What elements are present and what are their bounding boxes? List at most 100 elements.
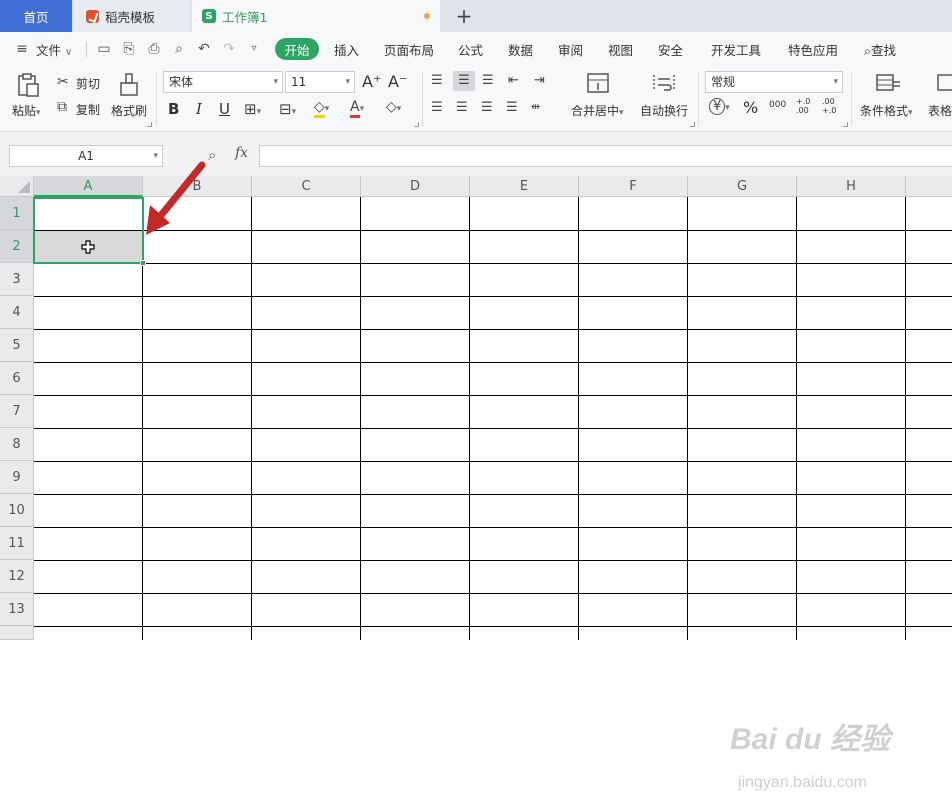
alignment-dialog-launcher[interactable] bbox=[690, 122, 695, 127]
number-format-select[interactable]: 常规 bbox=[705, 71, 843, 93]
save-icon[interactable]: ▭ bbox=[96, 41, 112, 57]
new-tab-button[interactable]: + bbox=[452, 4, 476, 28]
column-header-h[interactable]: H bbox=[797, 176, 906, 197]
align-left-icon[interactable]: ☰ bbox=[431, 100, 443, 115]
font-color-icon[interactable]: A▾ bbox=[350, 99, 364, 118]
menu-start[interactable]: 开始 bbox=[275, 38, 319, 60]
row-header-11[interactable]: 11 bbox=[0, 527, 34, 560]
export-icon[interactable]: ⎘ bbox=[121, 41, 137, 57]
fx-button[interactable]: fx bbox=[235, 145, 248, 161]
row-header-12[interactable]: 12 bbox=[0, 560, 34, 593]
file-menu[interactable]: 文件 ∨ bbox=[36, 40, 72, 59]
undo-icon[interactable]: ↶ bbox=[196, 41, 212, 57]
tab-home[interactable]: 首页 bbox=[0, 0, 72, 32]
border-icon[interactable]: ⊞▾ bbox=[244, 100, 261, 118]
column-header-c[interactable]: C bbox=[252, 176, 361, 197]
format-painter-button[interactable]: 格式刷 bbox=[111, 102, 147, 119]
menu-security[interactable]: 安全 bbox=[658, 40, 683, 59]
merge-icon[interactable] bbox=[586, 72, 610, 94]
row-header-7[interactable]: 7 bbox=[0, 395, 34, 428]
column-header-next[interactable] bbox=[906, 176, 952, 197]
fill-color-icon[interactable]: ◇▾ bbox=[314, 99, 329, 118]
percent-button[interactable]: % bbox=[743, 98, 758, 117]
column-header-d[interactable]: D bbox=[361, 176, 470, 197]
wrap-icon[interactable] bbox=[651, 72, 677, 94]
column-header-a[interactable]: A bbox=[34, 176, 143, 197]
menu-insert[interactable]: 插入 bbox=[334, 40, 359, 59]
grid-line bbox=[34, 329, 952, 330]
bold-button[interactable]: B bbox=[168, 100, 179, 118]
font-name-select[interactable]: 宋体 bbox=[163, 71, 283, 93]
row-header-3[interactable]: 3 bbox=[0, 263, 34, 296]
cut-button[interactable]: 剪切 bbox=[76, 75, 100, 92]
decrease-indent-icon[interactable]: ⇤ bbox=[508, 73, 519, 88]
align-bottom-icon[interactable]: ☰ bbox=[482, 73, 494, 88]
align-center-icon[interactable]: ☰ bbox=[456, 100, 468, 115]
wrap-text-button[interactable]: 自动换行 bbox=[640, 102, 688, 119]
paste-icon[interactable] bbox=[14, 72, 42, 98]
conditional-format-icon[interactable] bbox=[875, 72, 901, 94]
merge-center-button[interactable]: 合并居中▾ bbox=[571, 102, 624, 119]
menu-data[interactable]: 数据 bbox=[508, 40, 533, 59]
grow-font-button[interactable]: A⁺ bbox=[362, 72, 381, 91]
currency-icon[interactable]: ¥ ▾ bbox=[709, 98, 730, 115]
menu-special[interactable]: 特色应用 bbox=[788, 40, 838, 59]
number-dialog-launcher[interactable] bbox=[843, 122, 848, 127]
print-icon[interactable]: ⎙ bbox=[146, 41, 162, 57]
align-middle-icon[interactable]: ☰ bbox=[453, 71, 475, 91]
column-header-g[interactable]: G bbox=[688, 176, 797, 197]
menu-review[interactable]: 审阅 bbox=[558, 40, 583, 59]
justify-icon[interactable]: ☰ bbox=[506, 100, 518, 115]
menu-page-layout[interactable]: 页面布局 bbox=[384, 40, 434, 59]
thousands-button[interactable]: 000 bbox=[769, 100, 786, 110]
copy-button[interactable]: 复制 bbox=[76, 101, 100, 118]
redo-icon[interactable]: ↷ bbox=[221, 41, 237, 57]
menu-icon[interactable]: ≡ bbox=[14, 41, 30, 57]
spreadsheet-grid[interactable]: A B C D E F G H 1 2 3 4 5 6 7 8 9 10 11 … bbox=[0, 161, 952, 791]
row-header-2[interactable]: 2 bbox=[0, 230, 34, 263]
row-header-6[interactable]: 6 bbox=[0, 362, 34, 395]
menu-formulas[interactable]: 公式 bbox=[458, 40, 483, 59]
shrink-font-button[interactable]: A⁻ bbox=[388, 72, 407, 91]
column-header-f[interactable]: F bbox=[579, 176, 688, 197]
row-header-10[interactable]: 10 bbox=[0, 494, 34, 527]
row-header-8[interactable]: 8 bbox=[0, 428, 34, 461]
row-header-13[interactable]: 13 bbox=[0, 593, 34, 626]
customize-toolbar-icon[interactable]: ▿ bbox=[246, 41, 262, 57]
grid-line bbox=[34, 560, 952, 561]
conditional-format-button[interactable]: 条件格式▾ bbox=[860, 102, 913, 119]
increase-decimal-button[interactable]: +.0 .00 bbox=[796, 97, 814, 115]
row-header-4[interactable]: 4 bbox=[0, 296, 34, 329]
tab-templates[interactable]: 稻壳模板 bbox=[74, 0, 190, 32]
italic-button[interactable]: I bbox=[196, 100, 202, 118]
tab-workbook[interactable]: S 工作簿1 bbox=[192, 0, 440, 32]
row-header-5[interactable]: 5 bbox=[0, 329, 34, 362]
align-top-icon[interactable]: ☰ bbox=[431, 73, 443, 88]
menu-view[interactable]: 视图 bbox=[608, 40, 633, 59]
table-style-icon[interactable] bbox=[936, 72, 952, 94]
cell-style-icon[interactable]: ⊟▾ bbox=[279, 100, 296, 118]
row-header-next[interactable] bbox=[0, 626, 34, 640]
fill-handle[interactable] bbox=[140, 260, 146, 266]
row-header-9[interactable]: 9 bbox=[0, 461, 34, 494]
increase-indent-icon[interactable]: ⇥ bbox=[534, 73, 545, 88]
distribute-icon[interactable]: ⇹ bbox=[531, 100, 540, 113]
clipboard-dialog-launcher[interactable] bbox=[147, 122, 152, 127]
paste-button[interactable]: 粘贴▾ bbox=[12, 102, 41, 119]
font-dialog-launcher[interactable] bbox=[414, 122, 419, 127]
search-menu[interactable]: ⌕查找 bbox=[864, 40, 896, 59]
preview-icon[interactable]: ⌕ bbox=[171, 41, 187, 57]
font-size-select[interactable]: 11 bbox=[285, 71, 355, 93]
tab-templates-label: 稻壳模板 bbox=[105, 9, 156, 25]
underline-button[interactable]: U bbox=[219, 100, 230, 118]
decrease-decimal-button[interactable]: .00 +.0 bbox=[822, 97, 840, 115]
eraser-icon[interactable]: ◇▾ bbox=[386, 99, 401, 115]
menu-developer[interactable]: 开发工具 bbox=[711, 40, 761, 59]
select-all-corner[interactable] bbox=[0, 176, 34, 197]
align-right-icon[interactable]: ☰ bbox=[481, 100, 493, 115]
format-brush-icon[interactable] bbox=[118, 72, 140, 98]
row-header-1[interactable]: 1 bbox=[0, 197, 34, 230]
table-style-button[interactable]: 表格 bbox=[928, 102, 952, 119]
column-header-e[interactable]: E bbox=[470, 176, 579, 197]
formula-input[interactable] bbox=[259, 145, 952, 167]
